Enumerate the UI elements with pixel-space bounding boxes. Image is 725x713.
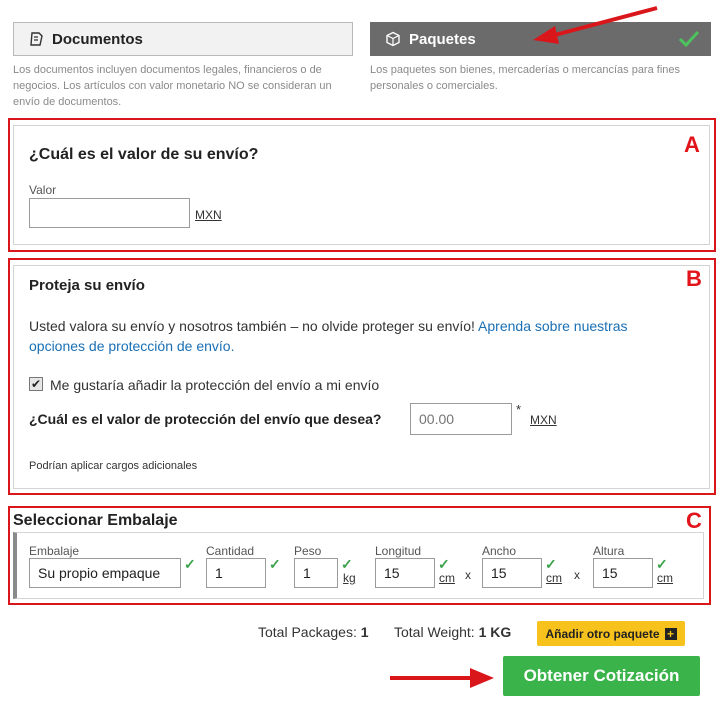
value-currency: MXN (195, 208, 222, 222)
height-unit: cm (657, 571, 673, 585)
packaging-select[interactable]: Su propio empaque (29, 558, 181, 588)
total-packages-label: Total Packages: (258, 624, 357, 640)
times-symbol: x (465, 568, 471, 582)
document-icon (28, 31, 44, 47)
documents-description: Los documentos incluyen documentos legal… (13, 64, 332, 108)
protection-title: Proteja su envío (29, 277, 145, 294)
length-unit: cm (439, 571, 455, 585)
add-package-button[interactable]: Añadir otro paquete + (537, 621, 685, 646)
total-weight: Total Weight: 1 KG (394, 624, 511, 640)
checkmark-icon: ✔ (30, 377, 42, 391)
width-unit: cm (546, 571, 562, 585)
packages-description: Los paquetes son bienes, mercaderías o m… (370, 64, 681, 92)
weight-unit: kg (343, 571, 356, 585)
required-marker: * (516, 402, 522, 417)
add-package-label: Añadir otro paquete (545, 626, 660, 641)
protection-checkbox-label: Me gustaría añadir la protección del env… (50, 377, 380, 393)
get-quote-button[interactable]: Obtener Cotización (503, 656, 700, 696)
protection-checkbox[interactable]: ✔ (29, 377, 43, 391)
documents-option[interactable]: Documentos (13, 22, 353, 56)
shipment-value-input[interactable] (29, 198, 190, 228)
protection-currency: MXN (530, 413, 557, 427)
weight-label: Peso (294, 544, 322, 558)
additional-charges-note: Podrían aplicar cargos adicionales (29, 460, 198, 472)
times-symbol: x (574, 568, 580, 582)
packages-option-label: Paquetes (409, 30, 476, 48)
packaging-label: Embalaje (29, 544, 80, 558)
total-weight-value: 1 KG (478, 624, 512, 640)
quantity-valid-icon: ✓ (269, 556, 281, 572)
length-label: Longitud (375, 544, 422, 558)
height-label: Altura (593, 544, 625, 558)
total-weight-label: Total Weight: (394, 624, 475, 640)
protection-description: Usted valora su envío y nosotros también… (29, 318, 475, 334)
documents-option-label: Documentos (52, 30, 143, 48)
section-b-marker: B (686, 266, 702, 291)
annotation-arrow-icon (390, 668, 494, 688)
package-icon (385, 31, 401, 47)
width-label: Ancho (482, 544, 517, 558)
value-label: Valor (29, 183, 57, 197)
packaging-valid-icon: ✓ (184, 556, 196, 572)
total-packages: Total Packages: 1 (258, 624, 369, 640)
width-input[interactable]: 15 (482, 558, 542, 588)
section-c-marker: C (686, 508, 702, 533)
length-input[interactable]: 15 (375, 558, 435, 588)
packaging-title: Seleccionar Embalaje (13, 512, 178, 529)
section-a-marker: A (684, 132, 700, 157)
plus-icon: + (664, 627, 677, 640)
annotation-arrow-icon (533, 6, 658, 44)
quantity-label: Cantidad (206, 544, 255, 558)
protection-value-label: ¿Cuál es el valor de protección del enví… (29, 411, 382, 427)
height-input[interactable]: 15 (593, 558, 653, 588)
protection-text: Usted valora su envío y nosotros también… (29, 316, 659, 356)
total-packages-value: 1 (360, 624, 369, 640)
quantity-input[interactable]: 1 (206, 558, 266, 588)
shipment-value-title: ¿Cuál es el valor de su envío? (29, 146, 259, 163)
weight-input[interactable]: 1 (294, 558, 338, 588)
selected-check-icon (678, 30, 700, 52)
protection-value-input[interactable] (410, 403, 512, 435)
